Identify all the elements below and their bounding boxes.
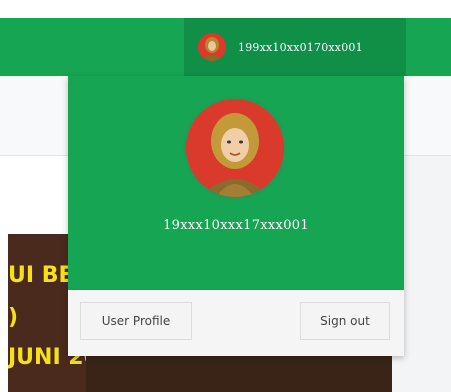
nav-user-id: 199xx10xx0170xx001 [238, 40, 363, 54]
profile-photo [183, 96, 287, 200]
dropdown-user-id: 19xxx10xxx17xxx001 [163, 218, 309, 233]
user-dropdown-footer: User Profile Sign out [68, 290, 404, 356]
user-profile-button[interactable]: User Profile [80, 302, 192, 340]
user-avatar-icon [198, 33, 226, 61]
user-menu-toggle[interactable]: 199xx10xx0170xx001 [184, 18, 406, 76]
top-strip [0, 0, 451, 18]
user-dropdown: 19xxx10xxx17xxx001 User Profile Sign out [68, 76, 404, 356]
nav-avatar [198, 33, 226, 61]
sign-out-button[interactable]: Sign out [300, 302, 390, 340]
banner-line-2: ) [8, 305, 19, 330]
banner-line-1: UI BE [8, 263, 74, 288]
user-portrait-icon [186, 99, 284, 197]
user-dropdown-header: 19xxx10xxx17xxx001 [68, 76, 404, 290]
banner-image [86, 356, 392, 392]
